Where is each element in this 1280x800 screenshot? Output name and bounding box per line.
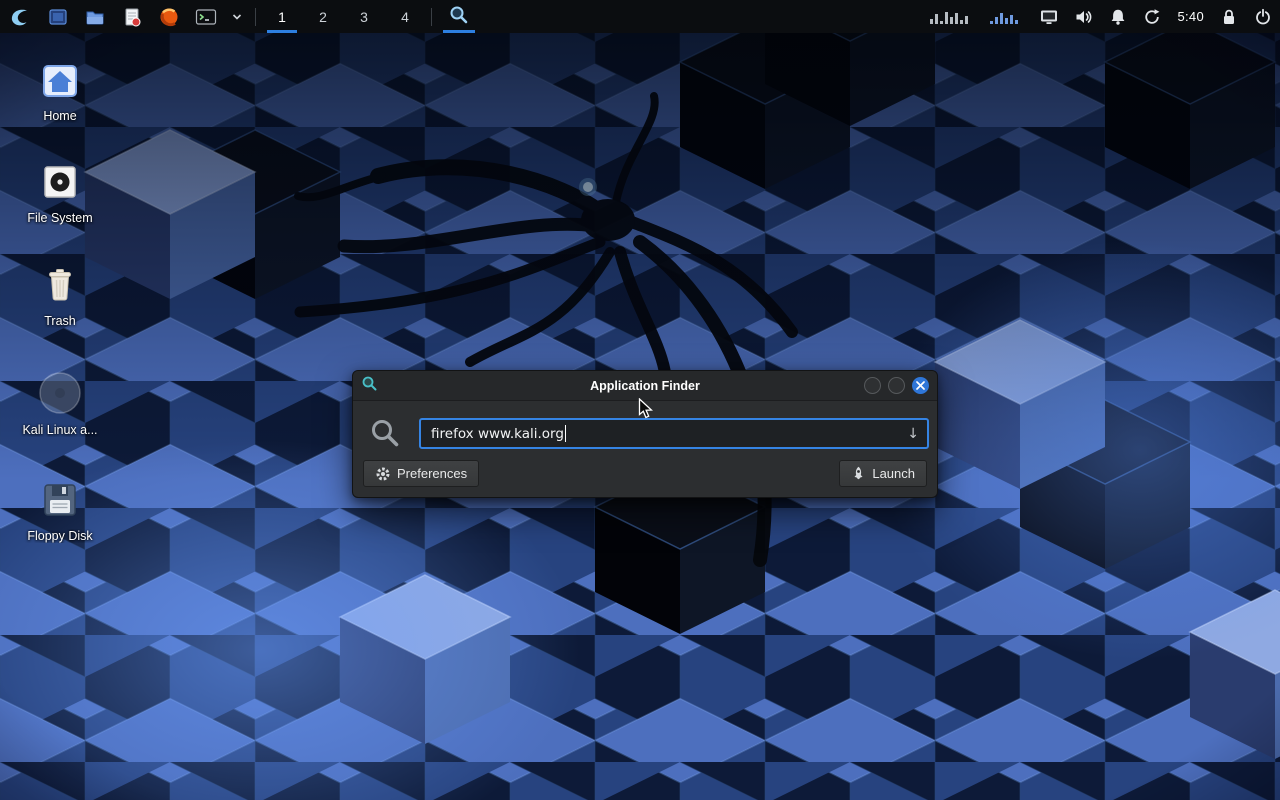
window-title: Application Finder	[353, 379, 937, 393]
clock[interactable]: 5:40	[1177, 0, 1204, 33]
file-system-icon	[38, 160, 82, 209]
workspace-4[interactable]: 4	[390, 0, 420, 33]
finder-body: firefox www.kali.org ↓ Preferences Launc…	[353, 401, 937, 497]
firefox-icon[interactable]	[156, 0, 182, 33]
launch-label: Launch	[872, 466, 915, 481]
launch-button[interactable]: Launch	[839, 460, 927, 487]
display-icon[interactable]	[1039, 0, 1059, 33]
chevron-down-icon[interactable]	[230, 0, 244, 33]
update-icon[interactable]	[1143, 0, 1161, 33]
terminal-icon[interactable]	[193, 0, 219, 33]
combo-arrow-icon[interactable]: ↓	[907, 426, 919, 442]
taskbar-application-finder[interactable]	[443, 0, 475, 33]
desktop-icon-file-system[interactable]: File System	[10, 160, 110, 225]
text-caret	[565, 425, 566, 442]
application-finder-icon	[448, 4, 470, 26]
workspace-1[interactable]: 1	[267, 0, 297, 33]
titlebar[interactable]: Application Finder	[353, 371, 937, 401]
workspace-2[interactable]: 2	[308, 0, 338, 33]
home-icon	[38, 58, 82, 107]
preferences-button[interactable]: Preferences	[363, 460, 479, 487]
kali-menu-icon[interactable]	[6, 0, 34, 33]
network-graph-icon[interactable]	[989, 0, 1023, 33]
desktop-icon-label: Kali Linux a...	[10, 423, 110, 437]
minimize-icon[interactable]	[864, 377, 881, 394]
desktop-root: 1 2 3 4	[0, 0, 1280, 800]
maximize-icon[interactable]	[888, 377, 905, 394]
desktop-icon-home[interactable]: Home	[10, 58, 110, 123]
close-icon[interactable]	[912, 377, 929, 394]
top-panel: 1 2 3 4	[0, 0, 1280, 33]
kali-disc-icon	[37, 370, 83, 421]
desktop-icon-label: Home	[10, 109, 110, 123]
panel-separator	[255, 8, 256, 26]
window-app-icon	[361, 375, 378, 397]
lock-icon[interactable]	[1220, 0, 1238, 33]
application-finder-window: Application Finder fi	[352, 370, 938, 498]
desktop-icon-kali-linux[interactable]: Kali Linux a...	[10, 370, 110, 437]
launch-icon	[851, 466, 866, 481]
activity-graph-icon[interactable]	[929, 0, 973, 33]
desktop-icon-label: Floppy Disk	[10, 529, 110, 543]
folder-icon[interactable]	[82, 0, 108, 33]
desktop-icon-trash[interactable]: Trash	[10, 263, 110, 328]
trash-icon	[38, 263, 82, 312]
desktop-icon-label: File System	[10, 211, 110, 225]
panel-separator	[431, 8, 432, 26]
search-input[interactable]: firefox www.kali.org ↓	[419, 418, 929, 449]
workspace-3[interactable]: 3	[349, 0, 379, 33]
floppy-disk-icon	[38, 478, 82, 527]
desktop-icon-label: Trash	[10, 314, 110, 328]
volume-icon[interactable]	[1075, 0, 1093, 33]
gear-icon	[375, 466, 391, 482]
bell-icon[interactable]	[1109, 0, 1127, 33]
text-editor-icon[interactable]	[119, 0, 145, 33]
search-icon	[369, 417, 401, 454]
file-manager-icon[interactable]	[45, 0, 71, 33]
preferences-label: Preferences	[397, 466, 467, 481]
power-icon[interactable]	[1254, 0, 1272, 33]
search-query-text: firefox www.kali.org	[431, 426, 564, 442]
desktop-icon-floppy-disk[interactable]: Floppy Disk	[10, 478, 110, 543]
